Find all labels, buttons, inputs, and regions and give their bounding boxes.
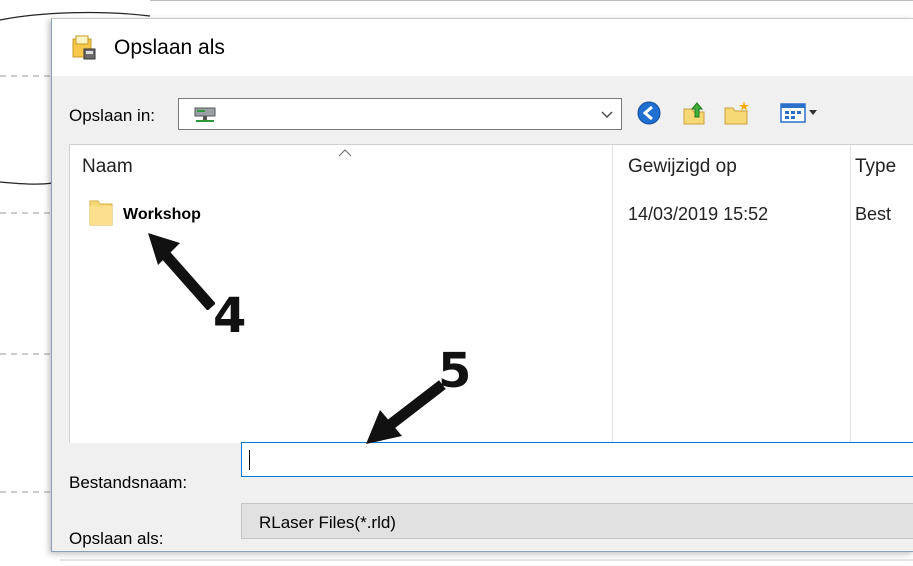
- annotation-step-4: 4: [213, 288, 247, 344]
- save-dialog-icon: [72, 35, 96, 60]
- column-header-modified[interactable]: Gewijzigd op: [628, 156, 737, 178]
- list-item-modified: 14/03/2019 15:52: [628, 204, 769, 224]
- back-icon[interactable]: [635, 99, 663, 127]
- text-caret: [249, 450, 250, 470]
- column-divider: [612, 145, 613, 443]
- filetype-value: RLaser Files(*.rld): [259, 513, 396, 532]
- list-item-type: Best: [855, 204, 892, 224]
- filetype-label: Opslaan als:: [69, 529, 164, 548]
- annotation-arrow-4: [148, 233, 215, 310]
- views-menu-icon[interactable]: [779, 99, 821, 127]
- new-folder-icon[interactable]: [722, 99, 752, 127]
- filename-label: Bestandsnaam:: [69, 473, 188, 492]
- column-header-type[interactable]: Type: [855, 156, 896, 178]
- column-header-name[interactable]: Naam: [82, 156, 133, 178]
- save-in-label: Opslaan in:: [69, 106, 155, 125]
- save-in-dropdown[interactable]: [178, 98, 622, 130]
- title-bar[interactable]: Opslaan als: [52, 19, 913, 76]
- dialog-title: Opslaan als: [114, 36, 225, 59]
- folder-icon[interactable]: [89, 198, 113, 226]
- list-item-name[interactable]: Workshop: [123, 206, 201, 224]
- annotation-step-5: 5: [438, 343, 472, 399]
- sort-ascending-icon: [338, 149, 352, 157]
- column-divider: [850, 145, 851, 443]
- filetype-dropdown[interactable]: RLaser Files(*.rld): [241, 503, 913, 539]
- network-drive-icon: [194, 107, 216, 122]
- filename-input[interactable]: [241, 442, 913, 477]
- annotation-arrow-5: [366, 380, 446, 444]
- chevron-down-icon: [601, 111, 613, 118]
- up-folder-icon[interactable]: [680, 99, 708, 127]
